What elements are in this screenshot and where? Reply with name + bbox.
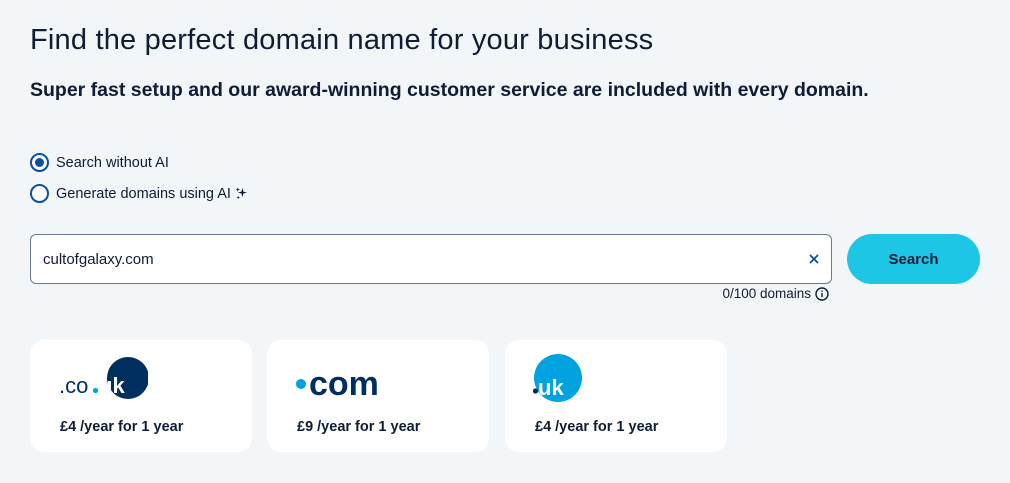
- price-com: £9 /year for 1 year: [297, 419, 421, 435]
- domain-card-co-uk[interactable]: .co uk £4 /year for 1 year: [30, 340, 252, 452]
- radio-search-without-ai[interactable]: Search without AI: [30, 153, 169, 172]
- radio-button-checked[interactable]: [30, 153, 49, 172]
- radio-label-generate-with-ai: Generate domains using AI: [56, 185, 231, 202]
- domain-counter-text: 0/100 domains: [722, 286, 811, 301]
- domain-search-field[interactable]: [30, 234, 832, 284]
- radio-button-unchecked[interactable]: [30, 184, 49, 203]
- domain-counter: 0/100 domains: [722, 286, 829, 301]
- search-button[interactable]: Search: [847, 234, 980, 284]
- radio-generate-with-ai[interactable]: Generate domains using AI: [30, 184, 248, 203]
- radio-label-search-without-ai: Search without AI: [56, 154, 169, 171]
- domain-search-input[interactable]: [43, 235, 803, 283]
- info-icon[interactable]: [815, 286, 829, 301]
- page-subtitle: Super fast setup and our award-winning c…: [30, 79, 869, 101]
- price-co-uk: £4 /year for 1 year: [60, 419, 184, 435]
- close-icon[interactable]: [807, 252, 821, 266]
- domain-card-uk[interactable]: uk £4 /year for 1 year: [505, 340, 727, 452]
- co-uk-logo-badge: uk: [99, 373, 125, 398]
- co-uk-logo-text: .co: [59, 373, 88, 398]
- uk-logo-badge: uk: [538, 375, 564, 400]
- domain-card-com[interactable]: com £9 /year for 1 year: [267, 340, 489, 452]
- page-title: Find the perfect domain name for your bu…: [30, 24, 654, 56]
- price-uk: £4 /year for 1 year: [535, 419, 659, 435]
- sparkle-icon: [235, 187, 247, 200]
- com-logo-text: com: [309, 365, 379, 402]
- com-logo: com: [296, 365, 379, 402]
- co-uk-logo: .co uk: [59, 357, 148, 399]
- uk-logo: uk: [533, 354, 582, 402]
